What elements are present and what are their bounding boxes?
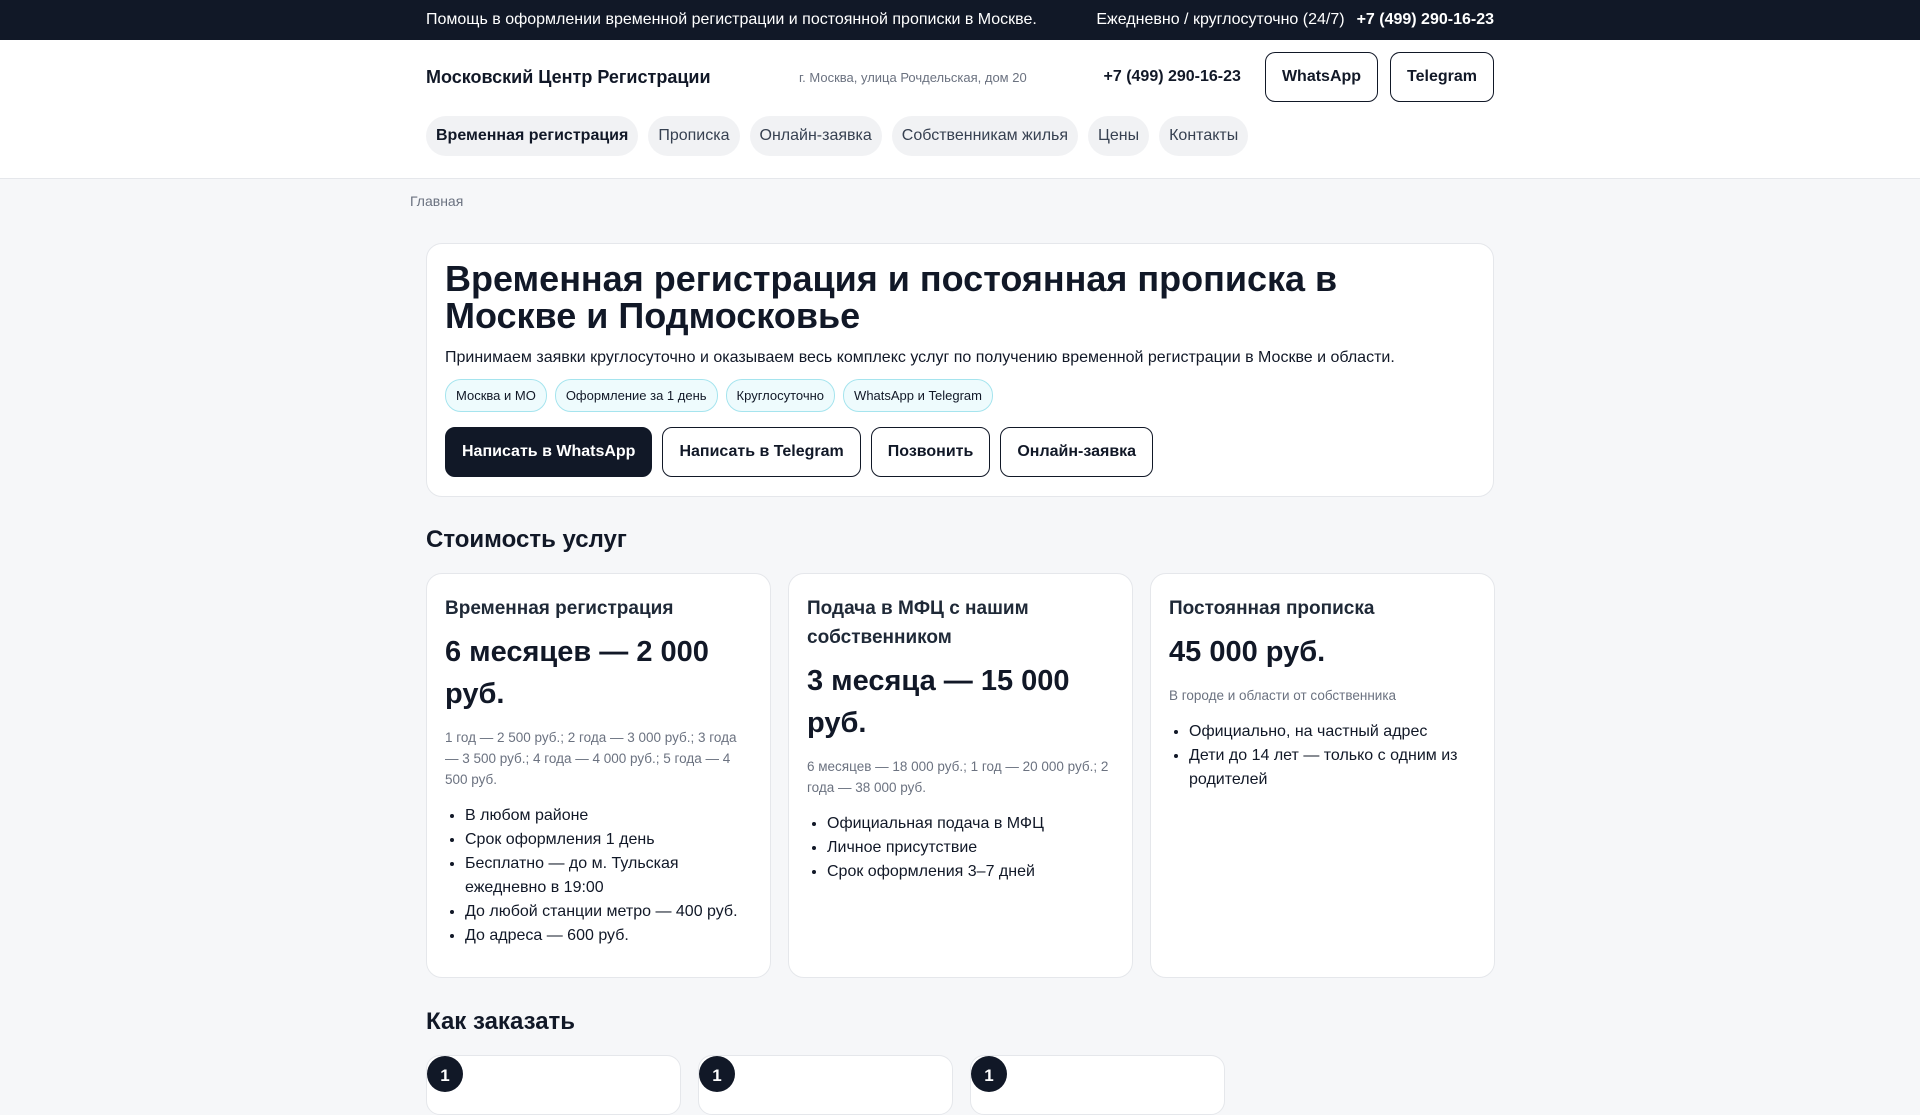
whatsapp-button[interactable]: WhatsApp (1264, 52, 1379, 102)
list-item: Официально, на частный адрес (1189, 720, 1476, 744)
price-card: Подача в МФЦ с нашим собственником 3 мес… (788, 573, 1133, 978)
pricing-title: Стоимость услуг (426, 526, 627, 553)
breadcrumb-home[interactable]: Главная (410, 193, 463, 209)
step-card: 1 (426, 1055, 681, 1115)
hero-card: Временная регистрация и постоянная пропи… (426, 243, 1494, 497)
card-title: Временная регистрация (445, 598, 674, 619)
nav-propiska[interactable]: Прописка (648, 116, 740, 156)
site-header: Московский Центр Регистрации г. Москва, … (0, 40, 1920, 179)
step-card: 1 (970, 1055, 1225, 1115)
nav-owners[interactable]: Собственникам жилья (891, 116, 1079, 156)
list-item: Официальная подача в МФЦ (827, 812, 1114, 836)
list-item: В любом районе (465, 804, 752, 828)
nav-temporary-registration[interactable]: Временная регистрация (426, 116, 639, 156)
card-title: Подача в МФЦ с нашим собственником (807, 598, 1029, 648)
card-note: 1 год — 2 500 руб.; 2 года — 3 000 руб.;… (445, 730, 737, 787)
chip: Москва и МО (445, 379, 547, 412)
chip: Круглосуточно (725, 379, 836, 412)
online-request-button[interactable]: Онлайн-заявка (1000, 427, 1154, 477)
top-phone-link[interactable]: +7 (499) 290-16-23 (1357, 11, 1494, 29)
chip: Оформление за 1 день (554, 379, 718, 412)
step-number: 1 (699, 1056, 735, 1092)
call-button[interactable]: Позвонить (870, 427, 991, 477)
list-item: До адреса — 600 руб. (465, 924, 752, 948)
list-item: Срок оформления 1 день (465, 828, 752, 852)
top-hours: Ежедневно / круглосуточно (24/7) (1096, 11, 1345, 28)
order-title: Как заказать (426, 1008, 576, 1035)
list-item: Дети до 14 лет — только с одним из родит… (1189, 744, 1476, 792)
price-card: Постоянная прописка 45 000 руб. В городе… (1150, 573, 1495, 978)
nav-contacts[interactable]: Контакты (1159, 116, 1249, 156)
nav-online-request[interactable]: Онлайн-заявка (749, 116, 882, 156)
hero-subtitle: Принимаем заявки круглосуточно и оказыва… (445, 349, 1395, 366)
page-title: Временная регистрация и постоянная пропи… (445, 258, 1338, 336)
price-card: Временная регистрация 6 месяцев — 2 000 … (426, 573, 771, 978)
card-title: Постоянная прописка (1169, 598, 1375, 619)
step-card: 1 (698, 1055, 953, 1115)
card-price: 6 месяцев — 2 000 руб. (445, 636, 709, 710)
top-message: Помощь в оформлении временной регистраци… (426, 11, 1037, 28)
main-nav: Временная регистрация Прописка Онлайн-за… (426, 116, 1494, 156)
chip: WhatsApp и Telegram (843, 379, 993, 412)
address: г. Москва, улица Рочдельская, дом 20 (799, 69, 1027, 85)
card-price: 3 месяца — 15 000 руб. (807, 665, 1070, 739)
top-bar: Помощь в оформлении временной регистраци… (0, 0, 1920, 40)
write-telegram-button[interactable]: Написать в Telegram (662, 427, 861, 477)
write-whatsapp-button[interactable]: Написать в WhatsApp (445, 427, 653, 477)
header-phone-link[interactable]: +7 (499) 290-16-23 (1104, 68, 1241, 86)
telegram-button[interactable]: Telegram (1390, 52, 1494, 102)
nav-prices[interactable]: Цены (1088, 116, 1150, 156)
step-number: 1 (971, 1056, 1007, 1092)
card-note: В городе и области от собственника (1169, 688, 1397, 703)
card-price: 45 000 руб. (1169, 636, 1326, 668)
list-item: Личное присутствие (827, 836, 1114, 860)
list-item: До любой станции метро — 400 руб. (465, 900, 752, 924)
list-item: Срок оформления 3–7 дней (827, 860, 1114, 884)
list-item: Бесплатно — до м. Тульская ежедневно в 1… (465, 852, 752, 900)
card-note: 6 месяцев — 18 000 руб.; 1 год — 20 000 … (807, 759, 1109, 795)
step-number: 1 (427, 1056, 463, 1092)
logo[interactable]: Московский Центр Регистрации (426, 67, 799, 88)
